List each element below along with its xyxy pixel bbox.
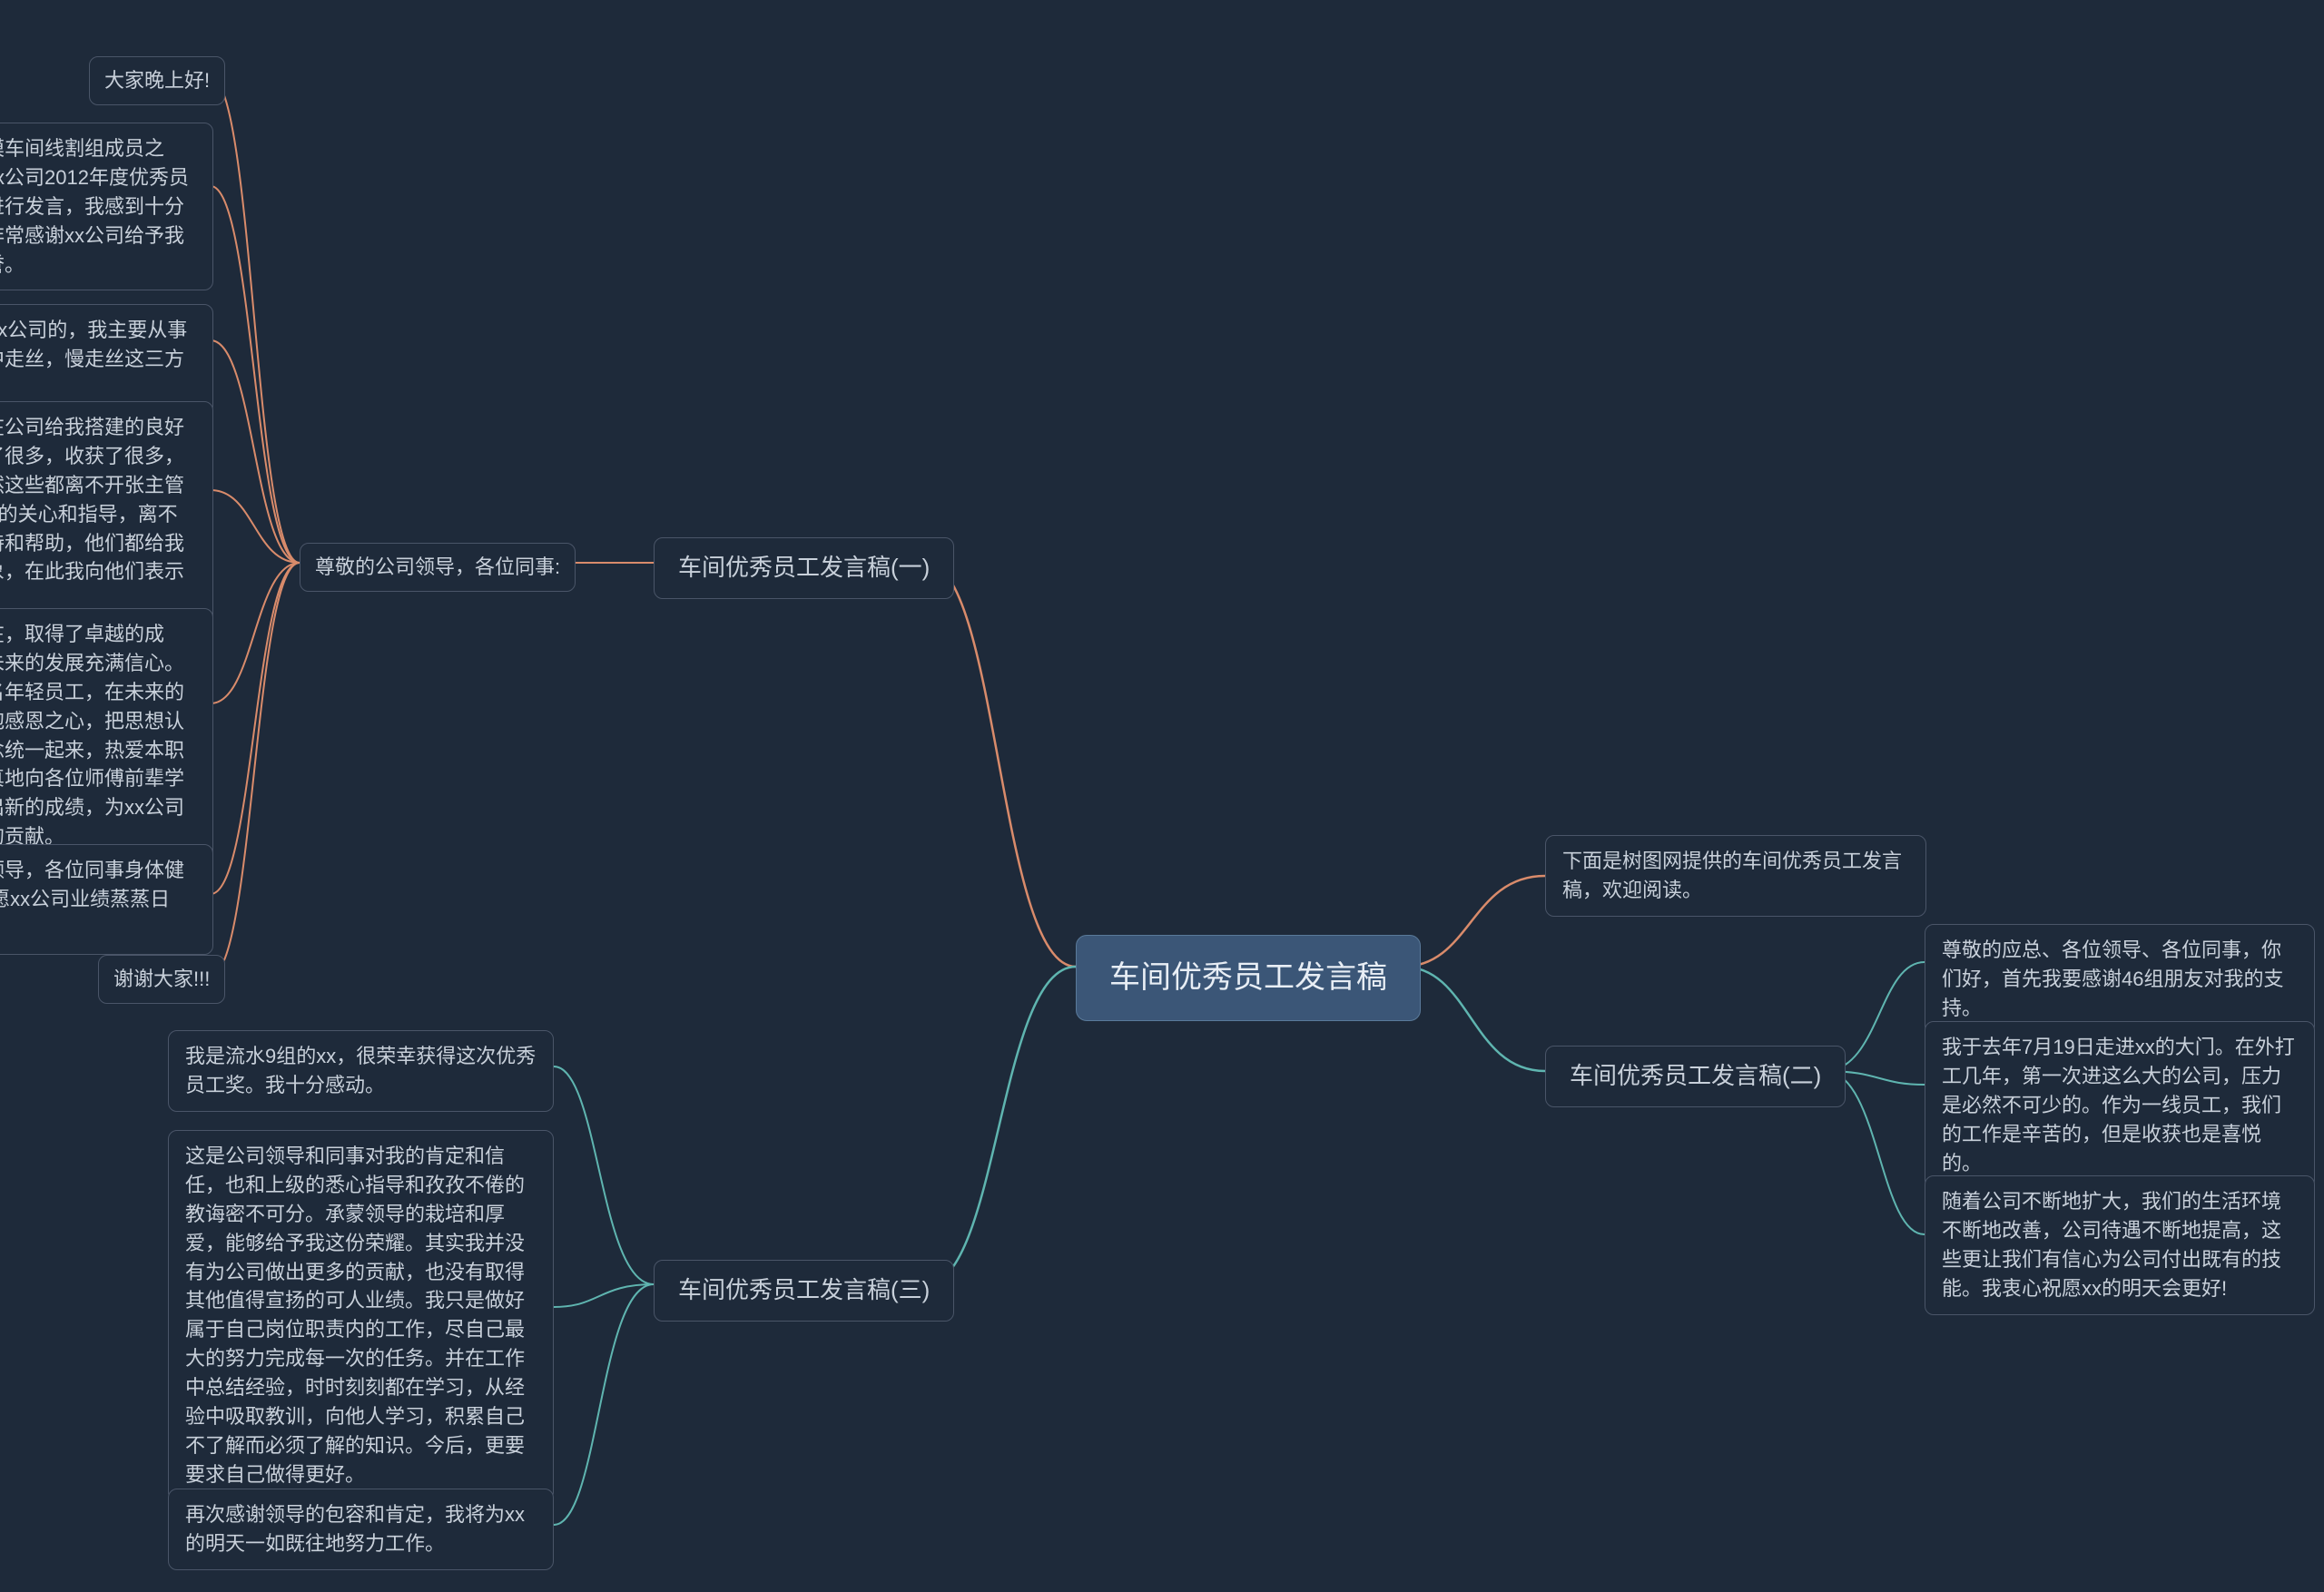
branch2-leaf-1-text: 我于去年7月19日走进xx的大门。在外打工几年，第一次进这么大的公司，压力是必然… (1942, 1036, 2295, 1174)
branch2-leaf-2[interactable]: 随着公司不断地扩大，我们的生活环境不断地改善，公司待遇不断地提高，这些更让我们有… (1925, 1175, 2315, 1315)
branch3-node[interactable]: 车间优秀员工发言稿(三) (654, 1260, 954, 1322)
branch2-leaf-2-text: 随着公司不断地扩大，我们的生活环境不断地改善，公司待遇不断地提高，这些更让我们有… (1942, 1190, 2281, 1300)
branch3-title: 车间优秀员工发言稿(三) (678, 1276, 930, 1303)
branch1-leaf-3-text: 在过去的一年，在公司给我搭建的良好平台上，我学到了很多，收获了很多，成长了很多，… (0, 416, 184, 612)
branch1-title: 车间优秀员工发言稿(一) (678, 554, 930, 581)
branch3-leaf-0[interactable]: 我是流水9组的xx，很荣幸获得这次优秀员工奖。我十分感动。 (168, 1030, 554, 1112)
root-label: 车间优秀员工发言稿 (1109, 960, 1387, 995)
branch1-leaf-3[interactable]: 在过去的一年，在公司给我搭建的良好平台上，我学到了很多，收获了很多，成长了很多，… (0, 401, 213, 627)
branch3-leaf-1-text: 这是公司领导和同事对我的肯定和信任，也和上级的悉心指导和孜孜不倦的教诲密不可分。… (185, 1145, 525, 1486)
branch1-leaf-4-text: xx公司创立到现在，取得了卓越的成绩，我们对公司未来的发展充满信心。作为xx公司… (0, 623, 184, 848)
branch1-sub[interactable]: 尊敬的公司领导，各位同事: (300, 543, 576, 592)
root-node[interactable]: 车间优秀员工发言稿 (1076, 935, 1421, 1021)
branch1-leaf-0-text: 大家晚上好! (104, 69, 210, 92)
branch1-node[interactable]: 车间优秀员工发言稿(一) (654, 537, 954, 599)
branch3-leaf-1[interactable]: 这是公司领导和同事对我的肯定和信任，也和上级的悉心指导和孜孜不倦的教诲密不可分。… (168, 1130, 554, 1501)
branch2-leaf-0[interactable]: 尊敬的应总、各位领导、各位同事，你们好，首先我要感谢46组朋友对我的支持。 (1925, 924, 2315, 1035)
branch1-sub-text: 尊敬的公司领导，各位同事: (315, 555, 560, 578)
branch2-leaf-1[interactable]: 我于去年7月19日走进xx的大门。在外打工几年，第一次进这么大的公司，压力是必然… (1925, 1021, 2315, 1189)
intro-node[interactable]: 下面是树图网提供的车间优秀员工发言稿，欢迎阅读。 (1545, 835, 1926, 917)
branch1-leaf-1[interactable]: 我叫刘xx，是制模车间线割组成员之一，能够被评为xx公司2012年度优秀员工，并… (0, 123, 213, 290)
branch3-leaf-2-text: 再次感谢领导的包容和肯定，我将为xx的明天一如既往地努力工作。 (185, 1503, 525, 1555)
branch1-leaf-1-text: 我叫刘xx，是制模车间线割组成员之一，能够被评为xx公司2012年度优秀员工，并… (0, 137, 189, 276)
branch2-title: 车间优秀员工发言稿(二) (1570, 1062, 1821, 1089)
branch2-node[interactable]: 车间优秀员工发言稿(二) (1545, 1046, 1846, 1107)
branch1-leaf-4[interactable]: xx公司创立到现在，取得了卓越的成绩，我们对公司未来的发展充满信心。作为xx公司… (0, 608, 213, 863)
branch1-leaf-5[interactable]: 最后衷心的祝愿领导，各位同事身体健康，工作进步!祝愿xx公司业绩蒸蒸日上，更上一… (0, 844, 213, 955)
branch3-leaf-2[interactable]: 再次感谢领导的包容和肯定，我将为xx的明天一如既往地努力工作。 (168, 1489, 554, 1570)
branch1-leaf-6-text: 谢谢大家!!! (113, 968, 210, 990)
branch1-leaf-2-text: 我是2011年加入xx公司的，我主要从事线切割快走丝，中走丝，慢走丝这三方面的工… (0, 319, 187, 399)
branch1-leaf-0[interactable]: 大家晚上好! (89, 56, 225, 105)
branch1-leaf-6[interactable]: 谢谢大家!!! (98, 955, 225, 1004)
intro-text: 下面是树图网提供的车间优秀员工发言稿，欢迎阅读。 (1562, 850, 1902, 901)
branch2-leaf-0-text: 尊敬的应总、各位领导、各位同事，你们好，首先我要感谢46组朋友对我的支持。 (1942, 938, 2283, 1019)
branch3-leaf-0-text: 我是流水9组的xx，很荣幸获得这次优秀员工奖。我十分感动。 (185, 1045, 536, 1096)
branch1-leaf-2[interactable]: 我是2011年加入xx公司的，我主要从事线切割快走丝，中走丝，慢走丝这三方面的工… (0, 304, 213, 415)
branch1-leaf-5-text: 最后衷心的祝愿领导，各位同事身体健康，工作进步!祝愿xx公司业绩蒸蒸日上，更上一… (0, 859, 184, 939)
